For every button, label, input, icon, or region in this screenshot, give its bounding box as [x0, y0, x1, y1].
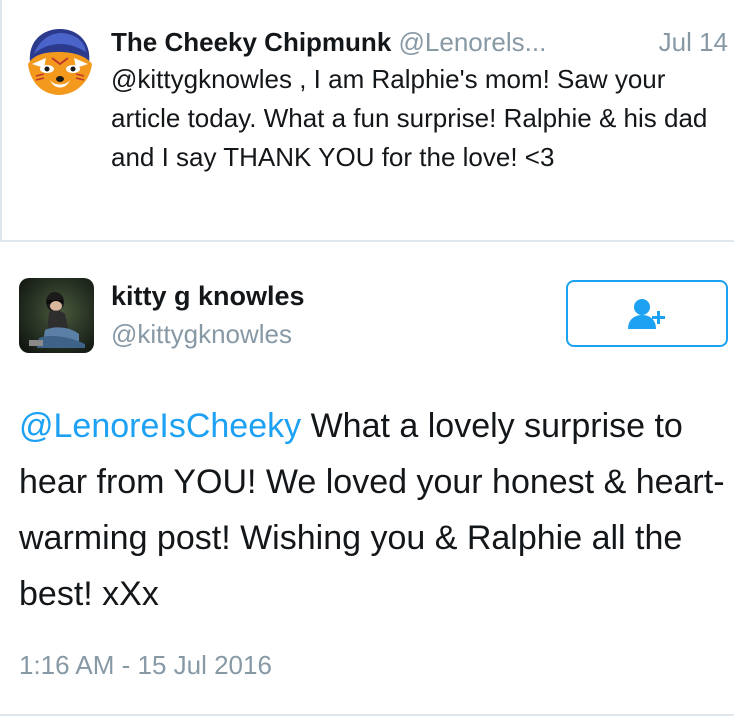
conversation-thread-line: [0, 0, 2, 242]
mention-link[interactable]: @LenoreIsCheeky: [19, 407, 301, 445]
main-tweet-text: @LenoreIsCheeky What a lovely surprise t…: [19, 398, 731, 622]
reply-author-handle[interactable]: @Lenorels...: [399, 27, 547, 57]
avatar-fox-face-image: [22, 24, 96, 98]
reply-author-avatar[interactable]: [22, 24, 96, 98]
reply-author-name[interactable]: The Cheeky Chipmunk: [111, 27, 391, 57]
follow-button[interactable]: [566, 280, 728, 347]
tweet-divider: [0, 240, 734, 242]
avatar-person-photo-image: [19, 278, 94, 353]
tweet-screen: The Cheeky Chipmunk @Lenorels... Jul 14 …: [0, 0, 734, 716]
reply-tweet-header: The Cheeky Chipmunk @Lenorels... Jul 14: [111, 24, 731, 60]
reply-tweet-text: @kittygknowles , I am Ralphie's mom! Saw…: [111, 64, 708, 172]
main-author-avatar[interactable]: [19, 278, 94, 353]
main-author-handle[interactable]: @kittygknowles: [111, 316, 292, 352]
person-add-icon: [628, 298, 665, 329]
main-author-name[interactable]: kitty g knowles: [111, 278, 305, 314]
tweet-timestamp[interactable]: 1:16 AM - 15 Jul 2016: [19, 647, 272, 683]
reply-tweet-date[interactable]: Jul 14: [659, 24, 728, 60]
